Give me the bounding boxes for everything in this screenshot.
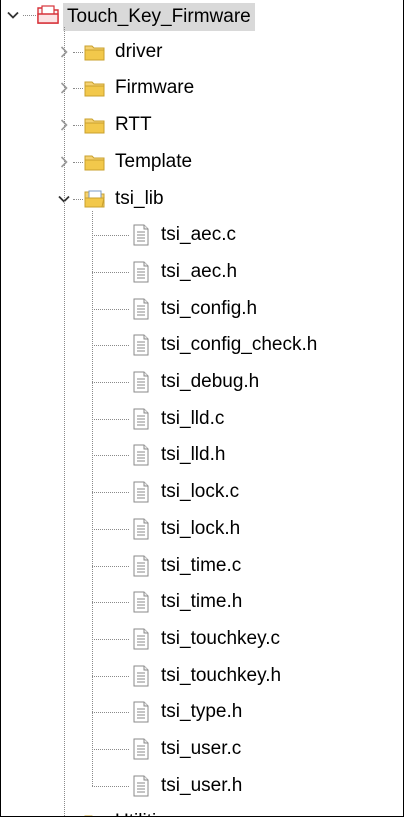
tree-item-folder[interactable]: Utilities xyxy=(1,804,401,816)
folder-icon xyxy=(83,810,107,816)
project-explorer: Touch_Key_Firmwaredriver Firmware RTT Templ… xyxy=(0,0,404,817)
tree-item-label: tsi_lib xyxy=(115,187,164,209)
tree-item-file[interactable]: tsi_touchkey.c xyxy=(1,621,401,657)
project-icon xyxy=(36,3,60,27)
tree-connector xyxy=(92,345,129,347)
folder-icon xyxy=(83,40,107,64)
tree-item-file[interactable]: tsi_type.h xyxy=(1,694,401,730)
file-icon xyxy=(129,370,153,394)
tree-item-folder[interactable]: RTT xyxy=(1,107,401,143)
chevron-down-icon[interactable] xyxy=(5,7,21,23)
tree-item-file[interactable]: tsi_lld.c xyxy=(1,401,401,437)
tree-item-label: tsi_debug.h xyxy=(161,371,260,392)
tree-item-label: tsi_lock.h xyxy=(161,517,241,539)
tree-item-file[interactable]: tsi_config.h xyxy=(1,291,401,327)
tree-item-label: tsi_config_check.h xyxy=(161,334,318,356)
tree-item-file[interactable]: tsi_lock.h xyxy=(1,511,401,547)
tree-item-label: tsi_lld.h xyxy=(161,444,226,466)
file-icon xyxy=(129,297,153,321)
open-folder-icon xyxy=(83,187,107,211)
folder-icon xyxy=(83,150,107,174)
tree-connector xyxy=(73,88,83,90)
tree-item-label: tsi_time.c xyxy=(161,554,242,576)
file-icon xyxy=(129,480,153,504)
tree-item-label: tsi_aec.h xyxy=(161,260,238,282)
tree-connector xyxy=(92,418,129,420)
tree-item-label: tsi_lld.c xyxy=(161,407,225,429)
tree-item-project[interactable]: Touch_Key_Firmware xyxy=(1,0,401,33)
file-icon xyxy=(129,627,153,651)
file-icon xyxy=(129,590,153,614)
tree-item-label: Utilities xyxy=(115,810,176,816)
folder-icon xyxy=(83,113,107,137)
tree-connector xyxy=(92,785,129,787)
tree-connector xyxy=(23,15,36,16)
tree-connector xyxy=(92,712,129,714)
tree-item-folder[interactable]: driver xyxy=(1,34,401,70)
tree-connector xyxy=(92,675,129,677)
tree-connector xyxy=(92,492,129,494)
tree-item-file[interactable]: tsi_debug.h xyxy=(1,364,401,400)
tree-item-file[interactable]: tsi_time.c xyxy=(1,548,401,584)
tree-connector xyxy=(92,382,129,383)
tree-connector xyxy=(92,638,129,640)
file-icon xyxy=(129,223,153,247)
tree-connector xyxy=(73,161,83,163)
tree-item-label: tsi_touchkey.h xyxy=(161,664,282,686)
file-icon xyxy=(129,774,153,798)
tree-item-label: tsi_config.h xyxy=(161,297,258,319)
tree-item-label: tsi_user.c xyxy=(161,738,242,759)
tree-item-label: tsi_touchkey.c xyxy=(161,627,280,649)
tree-connector xyxy=(92,565,129,567)
tree-item-file[interactable]: tsi_user.c xyxy=(1,731,401,767)
file-icon xyxy=(129,664,153,688)
file-icon xyxy=(129,443,153,467)
tree-item-label: tsi_type.h xyxy=(161,701,243,723)
tree-item-file[interactable]: tsi_config_check.h xyxy=(1,327,401,363)
file-icon xyxy=(129,554,153,578)
tree-item-file[interactable]: tsi_touchkey.h xyxy=(1,658,401,694)
file-icon xyxy=(129,517,153,541)
tree-item-label: RTT xyxy=(115,114,152,136)
tree-item-label: driver xyxy=(115,40,163,62)
tree-item-file[interactable]: tsi_aec.c xyxy=(1,217,401,253)
tree-item-folder-expanded[interactable]: tsi_lib xyxy=(1,181,401,217)
tree-item-file[interactable]: tsi_aec.h xyxy=(1,254,401,290)
tree-item-label: tsi_user.h xyxy=(161,774,243,796)
tree-connector xyxy=(73,125,83,127)
file-icon xyxy=(129,700,153,724)
tree-item-file[interactable]: tsi_lock.c xyxy=(1,474,401,510)
tree-item-label: tsi_aec.c xyxy=(161,224,236,246)
file-icon xyxy=(129,407,153,431)
tree-connector xyxy=(92,271,129,273)
tree-item-file[interactable]: tsi_lld.h xyxy=(1,437,401,473)
tree-connector xyxy=(92,602,129,604)
tree-item-label: Firmware xyxy=(115,77,195,99)
tree-connector xyxy=(92,528,129,530)
tree-item-label: Touch_Key_Firmware xyxy=(63,3,255,31)
tree-item-label: tsi_time.h xyxy=(161,591,243,613)
tree-connector xyxy=(92,210,93,786)
tree-connector xyxy=(73,198,83,200)
folder-icon xyxy=(83,76,107,100)
tree-item-label: tsi_lock.c xyxy=(161,481,240,503)
file-icon xyxy=(129,333,153,357)
tree-connector xyxy=(64,27,65,816)
tree-item-folder[interactable]: Firmware xyxy=(1,70,401,106)
file-icon xyxy=(129,260,153,284)
tree-connector xyxy=(92,455,129,457)
tree-item-file[interactable]: tsi_user.h xyxy=(1,768,401,804)
tree-connector xyxy=(92,308,129,310)
tree-item-file[interactable]: tsi_time.h xyxy=(1,584,401,620)
file-icon xyxy=(129,737,153,761)
tree-connector xyxy=(73,51,83,53)
project-tree: Touch_Key_Firmwaredriver Firmware RTT Templ… xyxy=(1,0,403,816)
tree-connector xyxy=(92,749,129,750)
tree-item-label: Template xyxy=(115,150,193,172)
tree-item-folder[interactable]: Template xyxy=(1,144,401,180)
tree-connector xyxy=(92,235,129,237)
